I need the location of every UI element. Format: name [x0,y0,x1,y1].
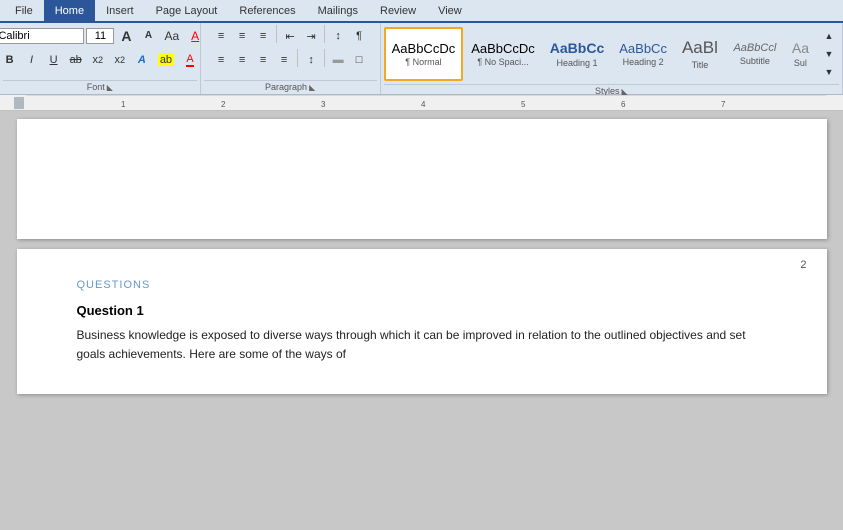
styles-group: AaBbCcDc ¶ Normal AaBbCcDc ¶ No Spaci...… [381,23,843,94]
text-highlight-button[interactable]: ab [154,49,178,71]
align-left-button[interactable]: ≡ [211,49,231,71]
svg-text:7: 7 [721,100,726,109]
font-size-input[interactable] [86,28,114,44]
style-subtle[interactable]: Aa Sul [785,27,816,81]
font-name-input[interactable] [0,28,84,44]
superscript-button[interactable]: x2 [110,49,130,71]
ruler-indent-marker [14,97,24,109]
bold-button[interactable]: B [0,49,20,71]
document-area: 2 QUESTIONS Question 1 Business knowledg… [0,111,843,530]
font-group: A A Aa A B I U ab x2 x2 A ab A Font ◣ [0,23,201,94]
tab-insert[interactable]: Insert [95,0,145,21]
underline-button[interactable]: U [44,49,64,71]
decrease-indent-button[interactable]: ⇤ [280,25,300,47]
svg-text:5: 5 [521,100,526,109]
show-formatting-button[interactable]: ¶ [349,25,369,47]
style-title-label: Title [692,60,709,70]
shading-button[interactable]: ▬ [328,49,348,71]
ribbon-groups: A A Aa A B I U ab x2 x2 A ab A Font ◣ [0,23,843,95]
svg-text:2: 2 [221,100,226,109]
subscript-button[interactable]: x2 [88,49,108,71]
tab-review[interactable]: Review [369,0,427,21]
tab-view[interactable]: View [427,0,473,21]
style-heading1[interactable]: AaBbCc Heading 1 [543,27,611,81]
style-subtle-preview: Aa [792,40,809,57]
style-normal-preview: AaBbCcDc [392,41,456,57]
style-title-preview: AaBl [682,38,718,58]
svg-text:4: 4 [421,100,426,109]
style-nospace-preview: AaBbCcDc [471,41,535,57]
grow-font-button[interactable]: A [116,25,136,47]
style-subtle-label: Sul [794,58,807,68]
tab-mailings[interactable]: Mailings [307,0,369,21]
tab-references[interactable]: References [228,0,306,21]
page-1 [17,119,827,239]
shrink-font-button[interactable]: A [138,25,158,47]
page-2[interactable]: 2 QUESTIONS Question 1 Business knowledg… [17,249,827,394]
tab-page-layout[interactable]: Page Layout [145,0,229,21]
bullets-button[interactable]: ≡ [211,25,231,47]
ruler-scale: 1 2 3 4 5 6 7 [26,95,843,110]
ribbon-tabs: File Home Insert Page Layout References … [0,0,843,23]
line-spacing-button[interactable]: ↕ [301,49,321,71]
style-subtitle[interactable]: AaBbCcl Subtitle [726,27,784,81]
justify-button[interactable]: ≡ [274,49,294,71]
style-nospace-label: ¶ No Spaci... [477,57,528,67]
numbering-button[interactable]: ≡ [232,25,252,47]
font-group-expand[interactable]: ◣ [107,83,113,92]
style-normal-label: ¶ Normal [405,57,441,67]
borders-button[interactable]: □ [349,49,369,71]
multilevel-list-button[interactable]: ≡ [253,25,273,47]
increase-indent-button[interactable]: ⇥ [301,25,321,47]
style-normal[interactable]: AaBbCcDc ¶ Normal [384,27,464,81]
svg-text:1: 1 [121,100,126,109]
style-h1-preview: AaBbCc [550,40,604,57]
style-title[interactable]: AaBl Title [675,27,725,81]
sort-button[interactable]: ↕ [328,25,348,47]
align-center-button[interactable]: ≡ [232,49,252,71]
styles-scroll-up[interactable]: ▲ [819,27,839,45]
style-subtitle-label: Subtitle [740,56,770,66]
svg-text:3: 3 [321,100,326,109]
style-h2-preview: AaBbCc [619,41,667,57]
align-right-button[interactable]: ≡ [253,49,273,71]
question1-heading: Question 1 [77,303,767,318]
svg-text:6: 6 [621,100,626,109]
paragraph-group-label: Paragraph ◣ [204,80,377,94]
style-subtitle-preview: AaBbCcl [733,42,776,55]
ruler: 1 2 3 4 5 6 7 [0,95,843,111]
font-color-button[interactable]: A [180,49,200,71]
change-case-button[interactable]: Aa [160,25,183,47]
styles-scroll-down[interactable]: ▼ [819,45,839,63]
style-heading2[interactable]: AaBbCc Heading 2 [612,27,674,81]
style-no-spacing[interactable]: AaBbCcDc ¶ No Spaci... [464,27,542,81]
style-h1-label: Heading 1 [556,58,597,68]
italic-button[interactable]: I [22,49,42,71]
tab-home[interactable]: Home [44,0,95,21]
text-effects-button[interactable]: A [132,49,152,71]
question1-body: Business knowledge is exposed to diverse… [77,326,767,364]
paragraph-group-expand[interactable]: ◣ [309,83,315,92]
style-h2-label: Heading 2 [623,57,664,67]
questions-section-label: QUESTIONS [77,279,767,291]
strikethrough-button[interactable]: ab [66,49,86,71]
page-2-number: 2 [800,259,806,271]
styles-more[interactable]: ▼ [819,63,839,81]
paragraph-group: ≡ ≡ ≡ ⇤ ⇥ ↕ ¶ ≡ ≡ ≡ ≡ ↕ ▬ □ [201,23,381,94]
tab-file[interactable]: File [4,0,44,21]
font-group-label: Font ◣ [3,80,197,94]
